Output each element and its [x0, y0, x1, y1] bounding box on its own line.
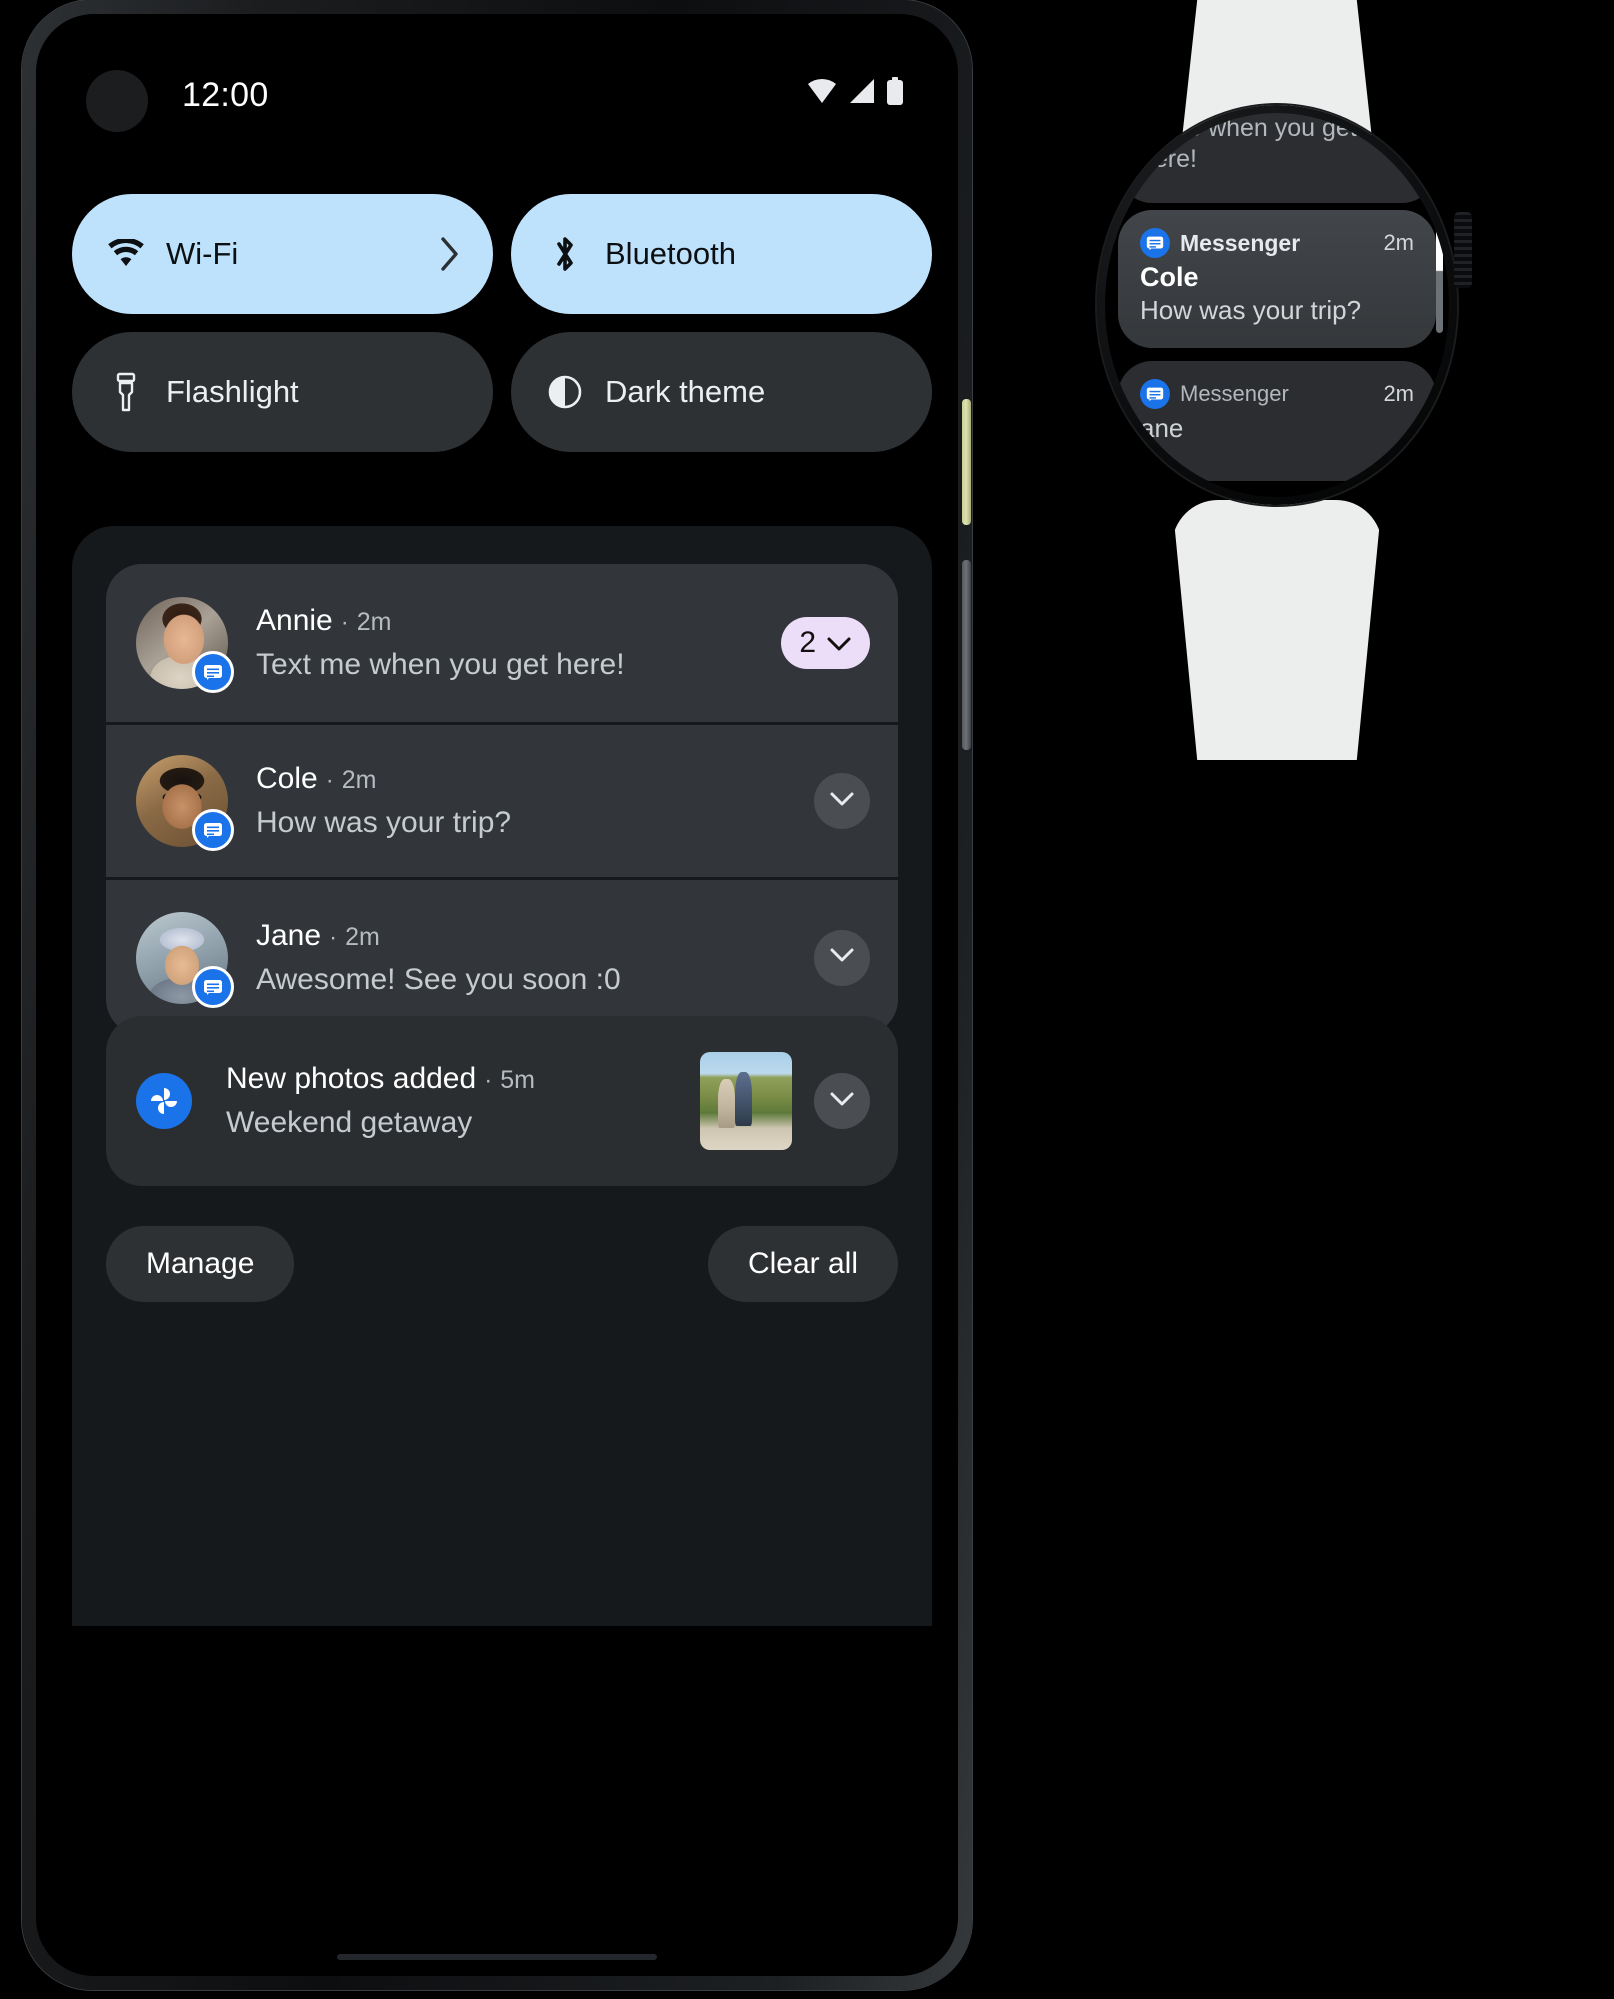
notification-sender: Jane [256, 918, 322, 952]
clear-all-button[interactable]: Clear all [707, 1226, 898, 1302]
table-row[interactable]: Jane · 2m Awesome! See you soon :0 [106, 877, 898, 1035]
quick-settings-grid: Wi-Fi Bluetooth Flashlight Dark theme [72, 194, 932, 452]
notification-count: 2 [799, 626, 816, 659]
notification-separator: · [325, 767, 334, 794]
notification-content: Jane · 2m Awesome! See you soon :0 [256, 919, 814, 997]
watch-case: xt me when you get here! Messenger 2m Co… [1097, 105, 1457, 505]
cell-signal-icon [848, 78, 875, 104]
shade-actions: Manage Clear all [106, 1226, 898, 1302]
chevron-right-icon[interactable] [439, 236, 461, 272]
avatar [136, 911, 234, 1008]
chevron-down-icon [829, 947, 855, 968]
messages-icon [1140, 379, 1170, 409]
watch-band-bottom [1172, 500, 1382, 760]
chevron-down-icon [829, 791, 855, 812]
watch-message-text: xt me when you get here! [1140, 114, 1357, 174]
flashlight-icon [104, 372, 148, 412]
qs-tile-bluetooth[interactable]: Bluetooth [511, 194, 932, 314]
qs-tile-label-flashlight: Flashlight [166, 374, 299, 409]
bluetooth-icon [543, 234, 587, 274]
notification-subtitle: Weekend getaway [226, 1106, 473, 1139]
table-row[interactable]: Annie · 2m Text me when you get here! 2 [106, 564, 898, 722]
notification-header: Jane · 2m [256, 919, 814, 953]
google-photos-icon [136, 1073, 192, 1129]
notification-separator: · [329, 923, 338, 951]
dark-theme-icon [543, 375, 587, 409]
notification-time: 5m [500, 1066, 535, 1094]
messages-icon [192, 809, 234, 851]
notification-content: Cole · 2m How was your trip? [256, 762, 814, 840]
screenshot-stage: 12:00 Wi-Fi Bluetooth Flashlight Dark th… [0, 0, 1614, 1999]
messages-notification-group: Annie·2m Text me when you get here! 2 [106, 564, 898, 1035]
watch-app-name: Messenger [1180, 381, 1289, 406]
avatar [136, 597, 234, 693]
chevron-down-icon [826, 626, 852, 660]
qs-tile-label-bluetooth: Bluetooth [605, 236, 736, 271]
wifi-icon [807, 78, 837, 104]
phone-screen: 12:00 Wi-Fi Bluetooth Flashlight Dark th… [36, 14, 958, 1976]
watch-notification-sender: Cole [1140, 262, 1199, 292]
qs-tile-flashlight[interactable]: Flashlight [72, 332, 493, 452]
camera-punch-hole [86, 70, 148, 132]
notification-time: 2m [345, 922, 380, 951]
messages-icon [192, 651, 234, 693]
volume-button[interactable] [962, 560, 971, 750]
notification-message: Text me when you get here! [256, 648, 625, 681]
notification-header: New photos added · 5m [226, 1062, 700, 1096]
qs-tile-label-dark-theme: Dark theme [605, 374, 766, 409]
notification-time: 2m [341, 766, 377, 794]
watch-notification-time: 2m [1383, 230, 1414, 255]
notification-header: Cole · 2m [256, 762, 814, 796]
watch-device: xt me when you get here! Messenger 2m Co… [1062, 0, 1482, 760]
qs-tile-label-wifi: Wi-Fi [166, 236, 239, 271]
notification-header: Annie · 2m [256, 604, 781, 638]
notification-time: 2m [356, 608, 392, 636]
watch-card-header: Messenger 2m [1140, 228, 1414, 258]
scroll-position-indicator[interactable] [1436, 225, 1443, 333]
notification-separator: · [340, 609, 349, 636]
photos-notification[interactable]: New photos added · 5m Weekend getaway [106, 1016, 898, 1186]
power-button[interactable] [962, 399, 971, 525]
watch-card-header: Messenger 2m [1140, 379, 1414, 409]
watch-notification-next[interactable]: Messenger 2m ane [1118, 361, 1436, 481]
expand-button[interactable] [814, 773, 870, 829]
notification-shade: Annie·2m Text me when you get here! 2 [72, 526, 932, 1626]
expand-button[interactable] [814, 1073, 870, 1129]
notification-separator: · [484, 1067, 493, 1094]
messages-icon [192, 965, 234, 1008]
watch-screen: xt me when you get here! Messenger 2m Co… [1105, 113, 1449, 497]
watch-crown-button[interactable] [1454, 212, 1472, 288]
qs-tile-dark-theme[interactable]: Dark theme [511, 332, 932, 452]
notification-title: New photos added [226, 1062, 477, 1095]
notification-message: How was your trip? [256, 806, 512, 839]
status-bar-icons [807, 77, 904, 105]
phone-device: 12:00 Wi-Fi Bluetooth Flashlight Dark th… [22, 0, 972, 1990]
watch-message-text: How was your trip? [1140, 295, 1362, 325]
status-badge[interactable]: 2 [781, 617, 870, 669]
watch-notification-time: 2m [1383, 381, 1414, 406]
wifi-icon [104, 239, 148, 269]
status-bar: 12:00 [36, 14, 958, 132]
notification-sender: Cole [256, 762, 318, 795]
expand-button[interactable] [814, 929, 870, 986]
status-clock: 12:00 [182, 76, 269, 114]
messages-icon [1140, 228, 1170, 258]
chevron-down-icon [829, 1091, 855, 1112]
gesture-navigation-bar[interactable] [337, 1954, 657, 1960]
avatar [136, 755, 234, 851]
table-row[interactable]: Cole · 2m How was your trip? [106, 722, 898, 877]
battery-icon [886, 77, 904, 105]
notification-sender: Annie [256, 604, 333, 637]
watch-notification-sender: ane [1140, 413, 1184, 443]
qs-tile-wifi[interactable]: Wi-Fi [72, 194, 493, 314]
watch-notification-current[interactable]: Messenger 2m Cole How was your trip? [1118, 210, 1436, 348]
watch-notification-previous[interactable]: xt me when you get here! [1118, 113, 1436, 203]
watch-app-name: Messenger [1180, 229, 1301, 256]
manage-button[interactable]: Manage [106, 1226, 295, 1302]
notification-message: Awesome! See you soon :0 [256, 962, 621, 996]
notification-content: Annie · 2m Text me when you get here! [256, 604, 781, 682]
weekend-getaway-thumbnail [700, 1052, 792, 1150]
notification-content: New photos added · 5m Weekend getaway [226, 1062, 700, 1140]
